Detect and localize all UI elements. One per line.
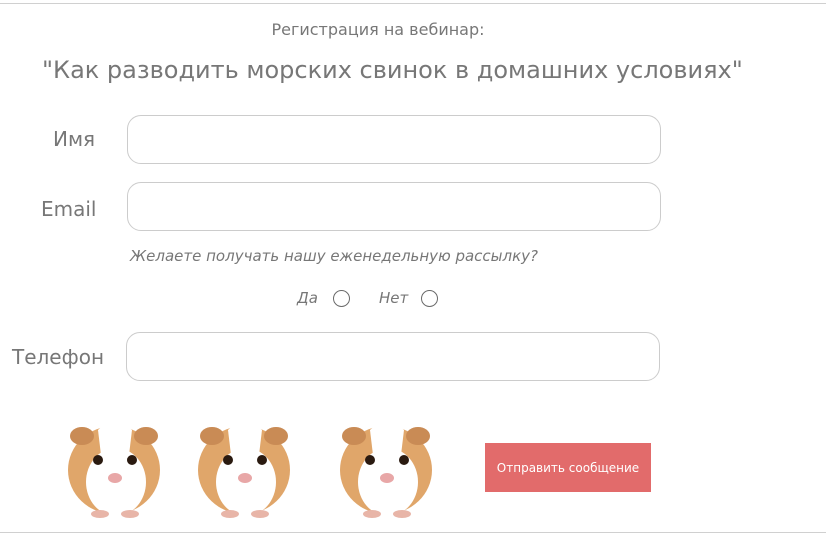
- email-label: Email: [41, 197, 97, 221]
- newsletter-no-radio[interactable]: [421, 290, 438, 307]
- radio-yes-label: Да: [297, 289, 318, 307]
- guinea-pig-icon: [68, 422, 160, 518]
- guinea-pig-icon: [198, 422, 290, 518]
- newsletter-yes-radio[interactable]: [333, 290, 350, 307]
- phone-label: Телефон: [12, 345, 105, 369]
- top-divider: [0, 3, 826, 4]
- newsletter-question: Желаете получать нашу еженедельную рассы…: [130, 247, 538, 265]
- radio-no-label: Нет: [379, 289, 409, 307]
- name-input[interactable]: [127, 115, 661, 164]
- bottom-divider: [0, 532, 826, 533]
- guinea-pig-icon: [340, 422, 432, 518]
- submit-button[interactable]: Отправить сообщение: [485, 443, 651, 492]
- name-label: Имя: [53, 127, 96, 151]
- registration-page: Регистрация на вебинар: "Как разводить м…: [0, 0, 826, 537]
- page-subtitle: Регистрация на вебинар:: [271, 20, 485, 39]
- email-input[interactable]: [127, 182, 661, 231]
- phone-input[interactable]: [126, 332, 660, 381]
- page-title: "Как разводить морских свинок в домашних…: [42, 56, 743, 84]
